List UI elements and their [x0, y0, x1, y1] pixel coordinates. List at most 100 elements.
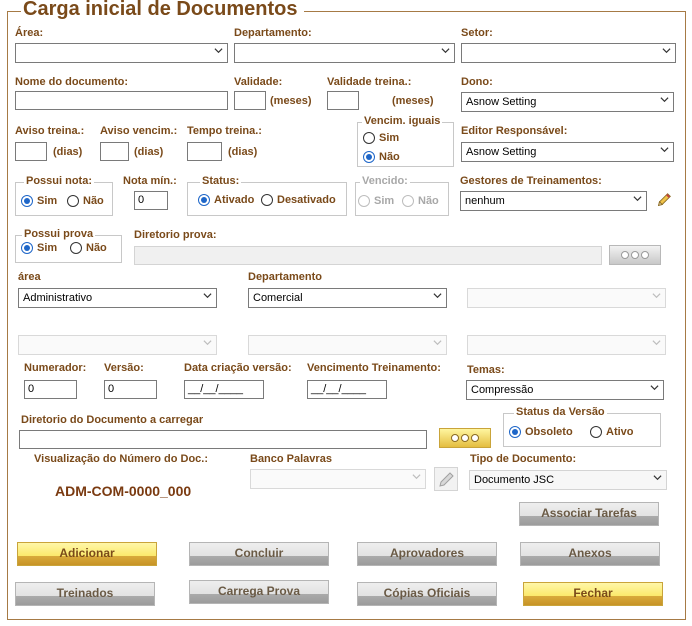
- disabled-select-4[interactable]: [467, 335, 666, 355]
- banco-palavras-select[interactable]: [250, 469, 426, 489]
- editor-responsavel-select[interactable]: Asnow Setting: [461, 142, 674, 162]
- status-versao-obsoleto-radio[interactable]: Obsoleto: [509, 426, 573, 438]
- temas-select[interactable]: Compressão: [466, 380, 664, 400]
- versao-input[interactable]: 0: [104, 380, 157, 399]
- chevron-down-icon: [652, 293, 661, 299]
- tempo-treina-unit: (dias): [228, 146, 258, 158]
- possui-prova-nao-radio[interactable]: Não: [70, 242, 107, 254]
- status-versao-group: Status da Versão Obsoleto Ativo: [503, 406, 661, 447]
- possui-nota-label: Possui nota:: [24, 175, 95, 187]
- chevron-down-icon: [412, 474, 421, 480]
- vencimento-treinamento-input[interactable]: __/__/____: [307, 380, 387, 399]
- departamento-select[interactable]: [234, 43, 455, 63]
- chevron-down-icon: [633, 196, 642, 202]
- window-title: Carga inicial de Documentos: [21, 0, 304, 21]
- vencido-sim-radio[interactable]: Sim: [358, 195, 394, 207]
- area2-select[interactable]: Administrativo: [18, 288, 217, 308]
- area2-value: Administrativo: [23, 292, 93, 304]
- radio-checked-icon: [198, 194, 210, 206]
- vencido-nao-radio[interactable]: Não: [402, 195, 439, 207]
- aviso-vencim-input[interactable]: [100, 142, 129, 161]
- departamento2-select[interactable]: Comercial: [248, 288, 447, 308]
- chevron-down-icon: [214, 48, 223, 54]
- possui-nota-nao-radio[interactable]: Não: [67, 195, 104, 207]
- gestores-label: Gestores de Treinamentos:: [460, 175, 602, 187]
- numerador-input[interactable]: 0: [24, 380, 77, 399]
- treinados-button[interactable]: Treinados: [15, 582, 155, 606]
- radio-unchecked-icon: [261, 194, 273, 206]
- aviso-treina-input[interactable]: [15, 142, 47, 161]
- departamento2-label: Departamento: [248, 271, 322, 283]
- chevron-down-icon: [203, 340, 212, 346]
- radio-checked-icon: [21, 242, 33, 254]
- possui-prova-label: Possui prova: [22, 228, 96, 240]
- possui-nota-sim-label: Sim: [37, 195, 58, 207]
- tipo-documento-select[interactable]: Documento JSC: [469, 470, 667, 490]
- status-ativado-radio[interactable]: Ativado: [198, 194, 254, 206]
- gestores-value: nenhum: [465, 195, 505, 207]
- status-group: Status: Ativado Desativado: [187, 175, 347, 216]
- validade-unit: (meses): [270, 95, 312, 107]
- radio-unchecked-icon: [67, 195, 79, 207]
- status-label: Status:: [200, 175, 242, 187]
- possui-prova-nao-label: Não: [86, 242, 107, 254]
- nome-documento-input[interactable]: [15, 91, 228, 110]
- setor-select[interactable]: [461, 43, 676, 63]
- fechar-button[interactable]: Fechar: [523, 582, 663, 606]
- chevron-down-icon: [433, 293, 442, 299]
- diretorio-prova-input[interactable]: [134, 246, 602, 265]
- browse-documento-button[interactable]: [439, 428, 491, 448]
- aviso-treina-label: Aviso treina.:: [15, 125, 85, 137]
- possui-prova-group: Possui prova Sim Não: [15, 228, 122, 263]
- dono-select[interactable]: Asnow Setting: [461, 92, 674, 112]
- gestores-select[interactable]: nenhum: [460, 191, 647, 211]
- status-ativado-label: Ativado: [214, 194, 255, 206]
- aviso-treina-unit: (dias): [53, 146, 83, 158]
- ellipsis-icon: [621, 251, 629, 259]
- adicionar-button[interactable]: Adicionar: [17, 542, 157, 566]
- validade-treina-input[interactable]: [327, 91, 359, 110]
- validade-treina-label: Validade treina.:: [327, 76, 412, 88]
- ellipsis-icon: [451, 434, 459, 442]
- disabled-select-3[interactable]: [248, 335, 447, 355]
- concluir-button[interactable]: Concluir: [189, 542, 329, 566]
- possui-nota-group: Possui nota: Sim Não: [15, 175, 113, 216]
- tempo-treina-label: Tempo treina.:: [187, 125, 262, 137]
- area-label: Área:: [15, 27, 44, 39]
- nota-min-input[interactable]: 0: [134, 191, 168, 210]
- pencil-icon[interactable]: [655, 191, 673, 209]
- possui-nota-nao-label: Não: [83, 195, 104, 207]
- copias-oficiais-button[interactable]: Cópias Oficiais: [357, 582, 497, 606]
- pencil-disabled-icon[interactable]: [434, 467, 458, 491]
- disabled-select-2[interactable]: [18, 335, 217, 355]
- browse-prova-button[interactable]: [609, 245, 661, 265]
- aprovadores-button[interactable]: Aprovadores: [357, 542, 497, 566]
- data-criacao-input[interactable]: __/__/____: [184, 380, 264, 399]
- validade-input[interactable]: [234, 91, 266, 110]
- vencim-iguais-sim-radio[interactable]: Sim: [363, 132, 399, 144]
- ellipsis-icon: [471, 434, 479, 442]
- temas-label: Temas:: [467, 364, 505, 376]
- diretorio-documento-input[interactable]: [19, 430, 427, 449]
- status-versao-ativo-radio[interactable]: Ativo: [590, 426, 634, 438]
- editor-responsavel-value: Asnow Setting: [466, 146, 537, 158]
- chevron-down-icon: [662, 48, 671, 54]
- data-criacao-label: Data criação versão:: [184, 362, 292, 374]
- tempo-treina-input[interactable]: [187, 142, 222, 161]
- chevron-down-icon: [203, 293, 212, 299]
- vencim-iguais-nao-label: Não: [379, 151, 400, 163]
- chevron-down-icon: [653, 475, 662, 481]
- vencido-group: Vencido: Sim Não: [355, 175, 449, 216]
- anexos-button[interactable]: Anexos: [520, 542, 660, 566]
- validade-label: Validade:: [234, 76, 283, 88]
- chevron-down-icon: [660, 97, 669, 103]
- vencim-iguais-nao-radio[interactable]: Não: [363, 151, 400, 163]
- area-select[interactable]: [15, 43, 228, 63]
- temas-value: Compressão: [471, 384, 534, 396]
- possui-nota-sim-radio[interactable]: Sim: [21, 195, 57, 207]
- status-desativado-radio[interactable]: Desativado: [261, 194, 336, 206]
- carrega-prova-button[interactable]: Carrega Prova: [189, 580, 329, 604]
- associar-tarefas-button[interactable]: Associar Tarefas: [519, 502, 659, 526]
- disabled-select-1[interactable]: [467, 288, 666, 308]
- possui-prova-sim-radio[interactable]: Sim: [21, 242, 57, 254]
